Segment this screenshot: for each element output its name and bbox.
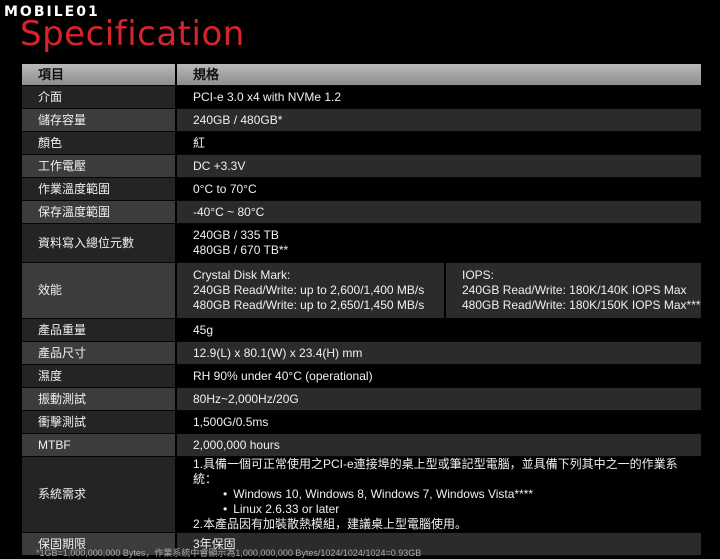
list-item: Linux 2.6.33 or later — [223, 502, 701, 517]
table-row: 儲存容量 240GB / 480GB* — [22, 108, 701, 132]
value-line: 480GB / 670 TB** — [193, 243, 289, 257]
row-value: Crystal Disk Mark: 240GB Read/Write: up … — [175, 262, 701, 319]
table-row: 工作電壓 DC +3.3V — [22, 154, 701, 178]
row-value: RH 90% under 40°C (operational) — [175, 364, 701, 388]
table-row: 振動測試 80Hz~2,000Hz/20G — [22, 387, 701, 411]
row-label: 資料寫入總位元數 — [22, 223, 176, 263]
table-row: MTBF 2,000,000 hours — [22, 433, 701, 457]
table-row: 產品尺寸 12.9(L) x 80.1(W) x 23.4(H) mm — [22, 341, 701, 365]
list-item: Windows 10, Windows 8, Windows 7, Window… — [223, 487, 701, 502]
row-label: 系統需求 — [22, 456, 176, 533]
row-label: 濕度 — [22, 364, 176, 388]
footnote: *1GB=1,000,000,000 Bytes，作業系統中會顯示為1,000,… — [36, 548, 422, 558]
page-title: Specification — [20, 14, 245, 54]
os-list: Windows 10, Windows 8, Windows 7, Window… — [193, 487, 701, 517]
row-label: 作業溫度範圍 — [22, 177, 176, 201]
table-row: 濕度 RH 90% under 40°C (operational) — [22, 364, 701, 388]
row-value: 紅 — [175, 131, 701, 155]
row-label: MTBF — [22, 433, 176, 457]
row-label: 儲存容量 — [22, 108, 176, 132]
sysreq-note: 2.本產品因有加裝散熱模組，建議桌上型電腦使用。 — [193, 517, 468, 531]
row-value: 45g — [175, 318, 701, 342]
row-value: 1,500G/0.5ms — [175, 410, 701, 434]
value-line: 480GB Read/Write: 180K/150K IOPS Max*** — [462, 298, 701, 312]
value-line: IOPS: — [462, 268, 495, 282]
value-line: 240GB / 335 TB — [193, 228, 279, 242]
performance-throughput: Crystal Disk Mark: 240GB Read/Write: up … — [177, 263, 444, 318]
table-row: 作業溫度範圍 0°C to 70°C — [22, 177, 701, 201]
row-label: 介面 — [22, 85, 176, 109]
spec-table: 項目 規格 介面 PCI-e 3.0 x4 with NVMe 1.2 儲存容量… — [22, 64, 701, 556]
row-label: 效能 — [22, 262, 176, 319]
value-line: 240GB Read/Write: 180K/140K IOPS Max — [462, 283, 687, 297]
row-label: 衝擊測試 — [22, 410, 176, 434]
table-row: 系統需求 1.具備一個可正常使用之PCI-e連接埠的桌上型或筆記型電腦，並具備下… — [22, 456, 701, 533]
value-line: Crystal Disk Mark: — [193, 268, 291, 282]
row-value: 240GB / 335 TB 480GB / 670 TB** — [175, 223, 701, 263]
row-value: -40°C ~ 80°C — [175, 200, 701, 224]
value-line: 240GB Read/Write: up to 2,600/1,400 MB/s — [193, 283, 425, 297]
row-value: 2,000,000 hours — [175, 433, 701, 457]
table-row: 衝擊測試 1,500G/0.5ms — [22, 410, 701, 434]
row-value: 1.具備一個可正常使用之PCI-e連接埠的桌上型或筆記型電腦，並具備下列其中之一… — [175, 456, 701, 533]
header-spec: 規格 — [175, 64, 701, 86]
row-value: PCI-e 3.0 x4 with NVMe 1.2 — [175, 85, 701, 109]
row-label: 工作電壓 — [22, 154, 176, 178]
table-row: 產品重量 45g — [22, 318, 701, 342]
table-row: 資料寫入總位元數 240GB / 335 TB 480GB / 670 TB** — [22, 223, 701, 263]
row-label: 顏色 — [22, 131, 176, 155]
row-label: 產品重量 — [22, 318, 176, 342]
row-value: DC +3.3V — [175, 154, 701, 178]
performance-iops: IOPS: 240GB Read/Write: 180K/140K IOPS M… — [444, 263, 701, 318]
row-value: 240GB / 480GB* — [175, 108, 701, 132]
row-value: 12.9(L) x 80.1(W) x 23.4(H) mm — [175, 341, 701, 365]
table-row: 介面 PCI-e 3.0 x4 with NVMe 1.2 — [22, 85, 701, 109]
value-line: 480GB Read/Write: up to 2,650/1,450 MB/s — [193, 298, 425, 312]
table-header: 項目 規格 — [22, 64, 701, 86]
table-row: 效能 Crystal Disk Mark: 240GB Read/Write: … — [22, 262, 701, 319]
header-item: 項目 — [22, 64, 176, 86]
table-row: 顏色 紅 — [22, 131, 701, 155]
sysreq-intro: 1.具備一個可正常使用之PCI-e連接埠的桌上型或筆記型電腦，並具備下列其中之一… — [193, 457, 678, 486]
table-row: 保存溫度範圍 -40°C ~ 80°C — [22, 200, 701, 224]
row-label: 產品尺寸 — [22, 341, 176, 365]
row-value: 80Hz~2,000Hz/20G — [175, 387, 701, 411]
row-label: 振動測試 — [22, 387, 176, 411]
row-label: 保存溫度範圍 — [22, 200, 176, 224]
row-value: 0°C to 70°C — [175, 177, 701, 201]
